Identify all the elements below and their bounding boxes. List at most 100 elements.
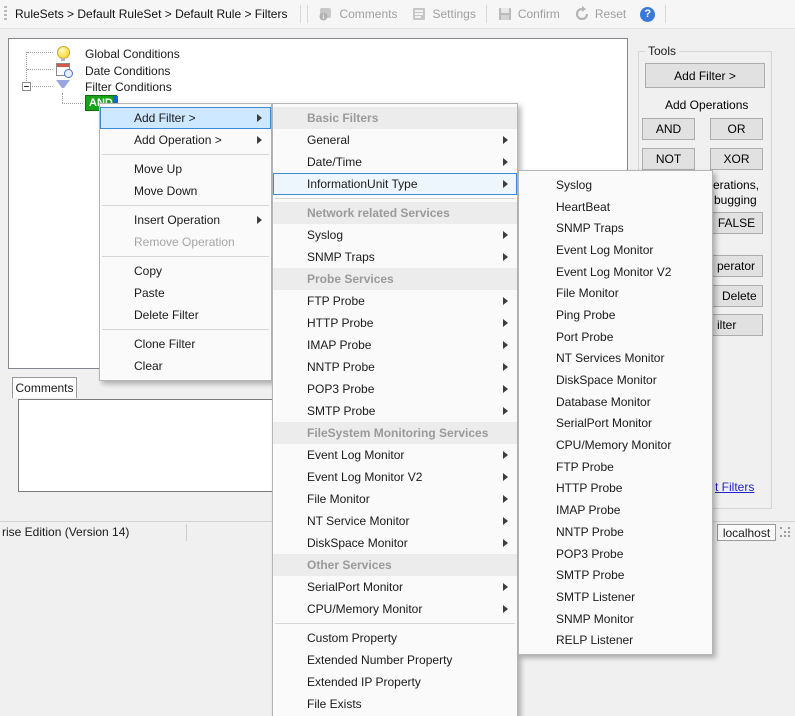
menu-item-date-time[interactable]: Date/Time	[273, 151, 517, 173]
menu-item-serialport-monitor[interactable]: SerialPort Monitor	[519, 413, 712, 435]
menu-item-event-log-monitor[interactable]: Event Log Monitor	[519, 239, 712, 261]
menu-item-extended-ip-property[interactable]: Extended IP Property	[273, 671, 517, 693]
menu-item-cpu-memory-monitor[interactable]: CPU/Memory Monitor	[273, 598, 517, 620]
toolbar-separator	[665, 5, 666, 23]
menu-item-diskspace-monitor[interactable]: DiskSpace Monitor	[273, 532, 517, 554]
tree-expander-icon[interactable]	[22, 82, 31, 91]
menu-item-event-log-monitor[interactable]: Event Log Monitor	[273, 444, 517, 466]
confirm-button[interactable]: Confirm	[497, 6, 560, 22]
submenu-arrow-icon	[257, 216, 262, 224]
menu-item-smtp-probe[interactable]: SMTP Probe	[273, 400, 517, 422]
menu-item-event-log-monitor-v2[interactable]: Event Log Monitor V2	[519, 261, 712, 283]
menu-item-move-down[interactable]: Move Down	[100, 180, 271, 202]
menu-item-label: SMTP Probe	[556, 568, 624, 582]
comments-button[interactable]: i Comments	[318, 6, 397, 22]
menu-item-nntp-probe[interactable]: NNTP Probe	[519, 521, 712, 543]
add-operations-label: Add Operations	[665, 98, 748, 112]
toolbar-grip[interactable]	[4, 6, 7, 22]
menu-item-label: NT Service Monitor	[307, 514, 409, 528]
menu-item-delete-filter[interactable]: Delete Filter	[100, 304, 271, 326]
menu-separator	[102, 154, 269, 155]
resize-grip[interactable]	[780, 527, 792, 539]
menu-item-snmp-traps[interactable]: SNMP Traps	[519, 217, 712, 239]
tree-item-global-conditions[interactable]: Global Conditions	[85, 47, 180, 61]
menu-item-clone-filter[interactable]: Clone Filter	[100, 333, 271, 355]
menu-item-ping-probe[interactable]: Ping Probe	[519, 304, 712, 326]
menu-item-remove-operation[interactable]: Remove Operation	[100, 231, 271, 253]
menu-item-imap-probe[interactable]: IMAP Probe	[519, 499, 712, 521]
menu-item-file-exists[interactable]: File Exists	[273, 693, 517, 715]
filters-link[interactable]: t Filters	[715, 480, 754, 494]
menu-item-clear[interactable]: Clear	[100, 355, 271, 377]
menu-item-snmp-traps[interactable]: SNMP Traps	[273, 246, 517, 268]
menu-item-general[interactable]: General	[273, 129, 517, 151]
false-operation-button[interactable]: FALSE	[710, 212, 763, 234]
menu-item-imap-probe[interactable]: IMAP Probe	[273, 334, 517, 356]
menu-item-nt-service-monitor[interactable]: NT Service Monitor	[273, 510, 517, 532]
menu-item-label: NT Services Monitor	[556, 351, 664, 365]
menu-item-label: CPU/Memory Monitor	[307, 602, 422, 616]
menu-item-label: POP3 Probe	[556, 547, 623, 561]
menu-item-custom-property[interactable]: Custom Property	[273, 627, 517, 649]
add-filter-button[interactable]: Add Filter >	[645, 63, 765, 88]
menu-item-file-monitor[interactable]: File Monitor	[519, 282, 712, 304]
menu-item-label: Probe Services	[307, 272, 394, 286]
menu-item-heartbeat[interactable]: HeartBeat	[519, 196, 712, 218]
menu-item-diskspace-monitor[interactable]: DiskSpace Monitor	[519, 369, 712, 391]
menu-item-http-probe[interactable]: HTTP Probe	[273, 312, 517, 334]
menu-item-ftp-probe[interactable]: FTP Probe	[519, 456, 712, 478]
confirm-button-label: Confirm	[518, 7, 560, 21]
not-operation-button[interactable]: NOT	[642, 148, 695, 170]
and-operation-button[interactable]: AND	[642, 118, 695, 140]
menu-item-paste[interactable]: Paste	[100, 282, 271, 304]
menu-item-serialport-monitor[interactable]: SerialPort Monitor	[273, 576, 517, 598]
menu-item-copy[interactable]: Copy	[100, 260, 271, 282]
tree-item-date-conditions[interactable]: Date Conditions	[85, 64, 170, 78]
menu-item-file-monitor[interactable]: File Monitor	[273, 488, 517, 510]
tree-item-filter-conditions[interactable]: Filter Conditions	[85, 80, 172, 94]
menu-item-nntp-probe[interactable]: NNTP Probe	[273, 356, 517, 378]
menu-item-label: InformationUnit Type	[307, 177, 418, 191]
menu-item-pop3-probe[interactable]: POP3 Probe	[519, 543, 712, 565]
menu-item-informationunit-type[interactable]: InformationUnit Type	[273, 173, 517, 195]
submenu-arrow-icon	[503, 363, 508, 371]
menu-item-database-monitor[interactable]: Database Monitor	[519, 391, 712, 413]
menu-item-label: DiskSpace Monitor	[556, 373, 657, 387]
menu-item-add-filter[interactable]: Add Filter >	[100, 107, 271, 129]
menu-item-label: Date/Time	[307, 155, 362, 169]
submenu-arrow-icon	[503, 451, 508, 459]
menu-item-snmp-monitor[interactable]: SNMP Monitor	[519, 608, 712, 630]
or-operation-button[interactable]: OR	[710, 118, 763, 140]
menu-item-cpu-memory-monitor[interactable]: CPU/Memory Monitor	[519, 434, 712, 456]
menu-item-nt-services-monitor[interactable]: NT Services Monitor	[519, 348, 712, 370]
menu-item-smtp-listener[interactable]: SMTP Listener	[519, 586, 712, 608]
menu-item-relp-listener[interactable]: RELP Listener	[519, 629, 712, 651]
tab-comments[interactable]: Comments	[12, 377, 77, 398]
menu-item-smtp-probe[interactable]: SMTP Probe	[519, 564, 712, 586]
menu-item-move-up[interactable]: Move Up	[100, 158, 271, 180]
submenu-arrow-icon	[503, 517, 508, 525]
settings-button[interactable]: Settings	[411, 6, 475, 22]
menu-item-syslog[interactable]: Syslog	[273, 224, 517, 246]
menu-separator	[102, 256, 269, 257]
menu-item-extended-number-property[interactable]: Extended Number Property	[273, 649, 517, 671]
menu-item-label: Copy	[134, 264, 162, 278]
menu-item-syslog[interactable]: Syslog	[519, 174, 712, 196]
menu-item-http-probe[interactable]: HTTP Probe	[519, 478, 712, 500]
menu-header-network-related-services: Network related Services	[273, 202, 517, 224]
menu-item-port-probe[interactable]: Port Probe	[519, 326, 712, 348]
menu-item-pop3-probe[interactable]: POP3 Probe	[273, 378, 517, 400]
menu-item-add-operation[interactable]: Add Operation >	[100, 129, 271, 151]
informationunit-type-submenu: SyslogHeartBeatSNMP TrapsEvent Log Monit…	[518, 170, 713, 655]
reset-button[interactable]: Reset	[574, 6, 626, 22]
menu-item-label: File Monitor	[307, 492, 370, 506]
add-filter-submenu: Basic FiltersGeneralDate/TimeInformation…	[272, 103, 518, 716]
menu-item-event-log-monitor-v2[interactable]: Event Log Monitor V2	[273, 466, 517, 488]
help-icon[interactable]: ?	[640, 7, 655, 22]
xor-operation-button[interactable]: XOR	[710, 148, 763, 170]
menu-item-label: Add Operation >	[134, 133, 222, 147]
menu-item-label: Custom Property	[307, 631, 397, 645]
toolbar-separator	[300, 5, 301, 23]
menu-item-insert-operation[interactable]: Insert Operation	[100, 209, 271, 231]
menu-item-ftp-probe[interactable]: FTP Probe	[273, 290, 517, 312]
